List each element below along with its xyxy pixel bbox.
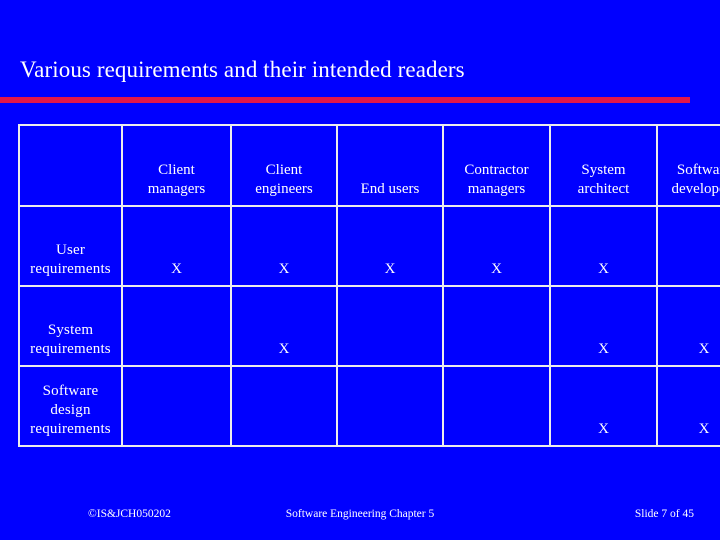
cell-software-design-requirements-client-engineers	[230, 365, 338, 447]
matrix-corner-cell	[18, 124, 123, 207]
cell-system-requirements-software-developers: X	[656, 285, 720, 367]
cell-user-requirements-end-users: X	[336, 205, 444, 287]
row-label-line2: requirements	[30, 341, 111, 357]
row-label-line2: design	[50, 402, 91, 418]
footer-course-title: Software Engineering Chapter 5	[285, 508, 435, 520]
column-header-line2: engineers	[255, 181, 313, 197]
title-underline-rule	[0, 97, 690, 103]
column-header-client-managers: Client managers	[121, 124, 232, 207]
column-header-line2: managers	[467, 181, 526, 197]
cell-system-requirements-client-managers	[121, 285, 232, 367]
column-header-line2: End users	[360, 181, 420, 197]
page-title: Various requirements and their intended …	[20, 57, 465, 82]
column-header-line1: Software	[676, 162, 720, 178]
column-header-line2: managers	[147, 181, 206, 197]
cell-software-design-requirements-software-developers: X	[656, 365, 720, 447]
table-row: Software design requirements X X	[18, 365, 720, 447]
table-header-row: Client managers Client engineers End use…	[18, 124, 720, 207]
column-header-line2: architect	[577, 181, 630, 197]
cell-system-requirements-client-engineers: X	[230, 285, 338, 367]
column-header-system-architect: System architect	[549, 124, 658, 207]
row-label-system-requirements: System requirements	[18, 285, 123, 367]
cell-user-requirements-software-developers	[656, 205, 720, 287]
row-label-line1: Software	[42, 383, 99, 399]
row-label-software-design-requirements: Software design requirements	[18, 365, 123, 447]
slide-footer: ©IS&JCH050202 Software Engineering Chapt…	[0, 506, 720, 526]
row-label-user-requirements: User requirements	[18, 205, 123, 287]
column-header-end-users: End users	[336, 124, 444, 207]
column-header-line1: Contractor	[464, 162, 529, 178]
cell-user-requirements-system-architect: X	[549, 205, 658, 287]
row-label-line1: System	[47, 322, 94, 338]
cell-system-requirements-system-architect: X	[549, 285, 658, 367]
requirements-readers-matrix: Client managers Client engineers End use…	[18, 124, 720, 447]
table-row: System requirements X X X	[18, 285, 720, 367]
footer-slide-number: Slide 7 of 45	[634, 508, 694, 520]
column-header-contractor-managers: Contractor managers	[442, 124, 551, 207]
cell-system-requirements-end-users	[336, 285, 444, 367]
column-header-line1: System	[581, 162, 626, 178]
cell-software-design-requirements-system-architect: X	[549, 365, 658, 447]
cell-software-design-requirements-contractor-managers	[442, 365, 551, 447]
cell-system-requirements-contractor-managers	[442, 285, 551, 367]
cell-user-requirements-client-engineers: X	[230, 205, 338, 287]
cell-software-design-requirements-end-users	[336, 365, 444, 447]
row-label-line1: User	[55, 242, 86, 258]
column-header-line1: Client	[265, 162, 303, 178]
row-label-line2: requirements	[30, 261, 111, 277]
column-header-software-developers: Software developers	[656, 124, 720, 207]
row-label-line3: requirements	[30, 421, 111, 437]
cell-user-requirements-client-managers: X	[121, 205, 232, 287]
column-header-line2: developers	[671, 181, 720, 197]
cell-user-requirements-contractor-managers: X	[442, 205, 551, 287]
cell-software-design-requirements-client-managers	[121, 365, 232, 447]
column-header-line1: Client	[158, 162, 195, 178]
table-row: User requirements X X X X X	[18, 205, 720, 287]
column-header-client-engineers: Client engineers	[230, 124, 338, 207]
slide-canvas: Various requirements and their intended …	[0, 0, 720, 540]
